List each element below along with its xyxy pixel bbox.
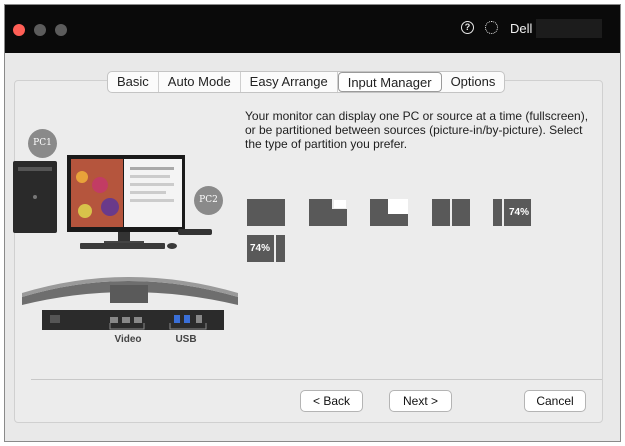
close-window-button[interactable] <box>13 24 25 36</box>
partition-pip-top-right[interactable] <box>309 199 347 226</box>
pc2-badge: PC2 <box>194 186 223 215</box>
keyboard <box>80 243 165 249</box>
tab-options[interactable]: Options <box>442 72 505 92</box>
tab-easy-arrange[interactable]: Easy Arrange <box>241 72 338 92</box>
zoom-window-button[interactable] <box>55 24 67 36</box>
redacted-account-field <box>536 19 602 38</box>
video-port-label: Video <box>114 334 141 345</box>
partition-fullscreen[interactable] <box>247 199 285 226</box>
partition-pip-large[interactable] <box>370 199 408 226</box>
back-button[interactable]: < Back <box>300 390 363 412</box>
usb-port-label: USB <box>175 334 196 345</box>
user-name: Dell <box>510 21 533 36</box>
tab-auto-mode[interactable]: Auto Mode <box>159 72 241 92</box>
minimize-window-button[interactable] <box>34 24 46 36</box>
pc2-device <box>178 229 212 235</box>
next-button[interactable]: Next > <box>389 390 452 412</box>
footer-divider <box>31 379 602 380</box>
partition-pbp-74-left[interactable]: 74% <box>247 235 285 262</box>
cancel-button[interactable]: Cancel <box>524 390 586 412</box>
gear-icon[interactable] <box>485 21 498 34</box>
partition-74-label-left: 74% <box>250 243 271 254</box>
help-icon[interactable]: ? <box>461 21 474 34</box>
setup-illustration: Video USB <box>13 155 238 345</box>
partition-pbp-split[interactable] <box>432 199 470 226</box>
partition-pbp-74-right[interactable]: 74% <box>493 199 531 226</box>
title-bar: ? Dell <box>5 5 620 53</box>
tab-basic[interactable]: Basic <box>108 72 159 92</box>
partition-74-label-right: 74% <box>509 207 530 218</box>
instruction-text: Your monitor can display one PC or sourc… <box>245 109 589 151</box>
tab-input-manager[interactable]: Input Manager <box>337 72 442 92</box>
pc1-badge: PC1 <box>28 129 57 158</box>
tab-bar: Basic Auto Mode Easy Arrange Input Manag… <box>107 71 506 93</box>
